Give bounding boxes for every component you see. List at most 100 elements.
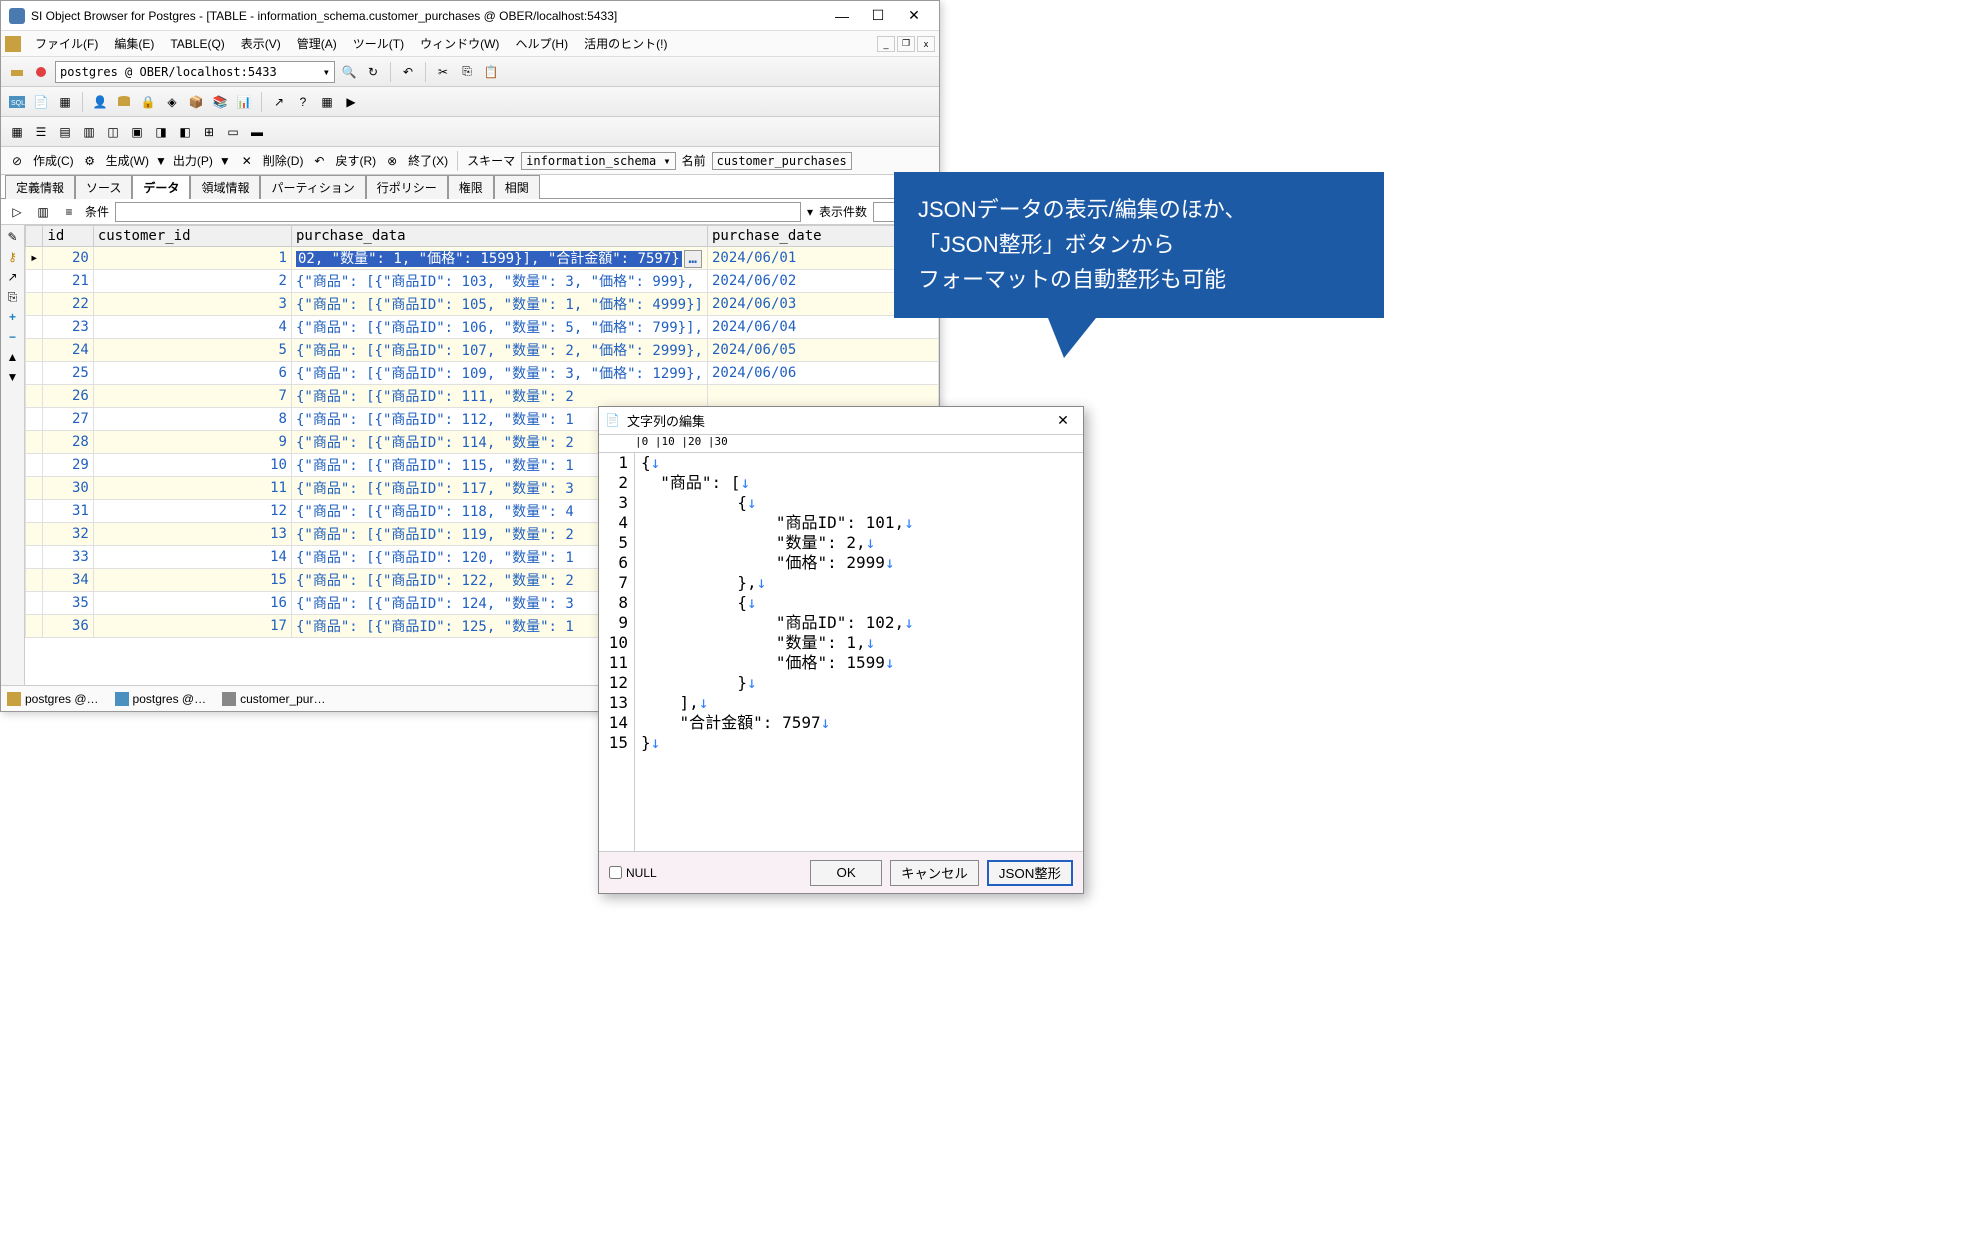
help-icon[interactable]: ? — [293, 92, 313, 112]
dialog-close-button[interactable]: ✕ — [1049, 410, 1077, 432]
table-row[interactable]: 212{"商品": [{"商品ID": 103, "数量": 3, "価格": … — [26, 270, 939, 293]
cell-customer-id[interactable]: 2 — [93, 270, 291, 293]
remove-row-icon[interactable]: − — [5, 329, 21, 345]
table-row[interactable]: 256{"商品": [{"商品ID": 109, "数量": 3, "価格": … — [26, 362, 939, 385]
status-table[interactable]: customer_pur… — [222, 692, 325, 706]
cell-purchase-data[interactable]: {"商品": [{"商品ID": 107, "数量": 2, "価格": 299… — [291, 339, 707, 362]
packages-icon[interactable]: 📚 — [210, 92, 230, 112]
col-id[interactable]: id — [43, 226, 93, 247]
menu-view[interactable]: 表示(V) — [233, 32, 289, 55]
mdi-close-icon[interactable]: x — [917, 36, 935, 52]
view9-icon[interactable]: ⊞ — [199, 122, 219, 142]
editor-body[interactable]: 1 2 3 4 5 6 7 8 9 10 11 12 13 14 15 {↓ "… — [599, 453, 1083, 851]
view10-icon[interactable]: ▭ — [223, 122, 243, 142]
view4-icon[interactable]: ▥ — [79, 122, 99, 142]
table-icon[interactable]: ▦ — [317, 92, 337, 112]
menu-help[interactable]: ヘルプ(H) — [507, 32, 576, 55]
cell-customer-id[interactable]: 5 — [93, 339, 291, 362]
revert-label[interactable]: 戻す(R) — [335, 152, 376, 169]
view1-icon[interactable]: ▦ — [7, 122, 27, 142]
mdi-minimize-icon[interactable]: _ — [877, 36, 895, 52]
cube-icon[interactable]: ◈ — [162, 92, 182, 112]
menu-table[interactable]: TABLE(Q) — [162, 34, 232, 54]
cell-customer-id[interactable]: 4 — [93, 316, 291, 339]
status-sql[interactable]: postgres @… — [115, 692, 207, 706]
undo-icon[interactable]: ↶ — [398, 62, 418, 82]
view3-icon[interactable]: ▤ — [55, 122, 75, 142]
menu-window[interactable]: ウィンドウ(W) — [412, 32, 507, 55]
run-icon[interactable]: ▶ — [341, 92, 361, 112]
col-purchase-data[interactable]: purchase_data — [291, 226, 707, 247]
menu-admin[interactable]: 管理(A) — [289, 32, 345, 55]
cell-id[interactable]: 27 — [43, 408, 93, 431]
filter-input[interactable] — [115, 202, 801, 222]
code-content[interactable]: {↓ "商品": [↓ {↓ "商品ID": 101,↓ "数量": 2,↓ "… — [635, 453, 1083, 851]
cell-purchase-date[interactable]: 2024/06/04 — [707, 316, 938, 339]
revert-icon[interactable]: ↶ — [309, 151, 329, 171]
table-row[interactable]: 245{"商品": [{"商品ID": 107, "数量": 2, "価格": … — [26, 339, 939, 362]
create-label[interactable]: 作成(C) — [33, 152, 74, 169]
cell-purchase-data[interactable]: {"商品": [{"商品ID": 103, "数量": 3, "価格": 999… — [291, 270, 707, 293]
play-icon[interactable]: ▷ — [7, 202, 27, 222]
cell-customer-id[interactable]: 3 — [93, 293, 291, 316]
table-row[interactable]: 267{"商品": [{"商品ID": 111, "数量": 2 — [26, 385, 939, 408]
edit-icon[interactable]: ✎ — [5, 229, 21, 245]
cell-id[interactable]: 25 — [43, 362, 93, 385]
cell-customer-id[interactable]: 7 — [93, 385, 291, 408]
tab-data[interactable]: データ — [132, 175, 190, 199]
tab-privileges[interactable]: 権限 — [448, 175, 494, 199]
cell-id[interactable]: 24 — [43, 339, 93, 362]
table-row[interactable]: 234{"商品": [{"商品ID": 106, "数量": 5, "価格": … — [26, 316, 939, 339]
view7-icon[interactable]: ◨ — [151, 122, 171, 142]
tab-rowpolicy[interactable]: 行ポリシー — [366, 175, 448, 199]
cell-customer-id[interactable]: 9 — [93, 431, 291, 454]
exit-icon[interactable]: ⊗ — [382, 151, 402, 171]
cell-id[interactable]: 26 — [43, 385, 93, 408]
user-icon[interactable]: 👤 — [90, 92, 110, 112]
sql-icon[interactable]: SQL — [7, 92, 27, 112]
cell-customer-id[interactable]: 1 — [93, 247, 291, 270]
status-connection[interactable]: postgres @… — [7, 692, 99, 706]
view6-icon[interactable]: ▣ — [127, 122, 147, 142]
cell-id[interactable]: 30 — [43, 477, 93, 500]
cell-id[interactable]: 35 — [43, 592, 93, 615]
cell-id[interactable]: 28 — [43, 431, 93, 454]
search-icon[interactable]: 🔍 — [339, 62, 359, 82]
minimize-button[interactable]: — — [825, 4, 859, 28]
cell-expand-button[interactable]: … — [684, 250, 702, 268]
database-icon[interactable] — [114, 92, 134, 112]
tab-source[interactable]: ソース — [75, 175, 132, 199]
delete-label[interactable]: 削除(D) — [263, 152, 304, 169]
view8-icon[interactable]: ◧ — [175, 122, 195, 142]
schema-combo[interactable]: information_schema ▾ — [521, 152, 676, 170]
menu-edit[interactable]: 編集(E) — [106, 32, 162, 55]
connection-combo[interactable]: postgres @ OBER/localhost:5433 ▾ — [55, 61, 335, 83]
null-checkbox-input[interactable] — [609, 866, 622, 879]
cell-id[interactable]: 31 — [43, 500, 93, 523]
package-icon[interactable]: 📦 — [186, 92, 206, 112]
cell-customer-id[interactable]: 6 — [93, 362, 291, 385]
cell-customer-id[interactable]: 14 — [93, 546, 291, 569]
chart-icon[interactable]: 📊 — [234, 92, 254, 112]
cell-customer-id[interactable]: 11 — [93, 477, 291, 500]
menu-tools[interactable]: ツール(T) — [345, 32, 412, 55]
cell-customer-id[interactable]: 8 — [93, 408, 291, 431]
cell-purchase-data[interactable]: {"商品": [{"商品ID": 105, "数量": 1, "価格": 499… — [291, 293, 707, 316]
ok-button[interactable]: OK — [810, 860, 882, 886]
cell-customer-id[interactable]: 15 — [93, 569, 291, 592]
name-field[interactable]: customer_purchases — [712, 152, 852, 170]
export-icon[interactable]: ↗ — [269, 92, 289, 112]
add-row-icon[interactable]: + — [5, 309, 21, 325]
table-row[interactable]: 223{"商品": [{"商品ID": 105, "数量": 1, "価格": … — [26, 293, 939, 316]
tab-partition[interactable]: パーティション — [260, 175, 365, 199]
cell-id[interactable]: 23 — [43, 316, 93, 339]
cell-purchase-date[interactable]: 2024/06/05 — [707, 339, 938, 362]
cell-id[interactable]: 21 — [43, 270, 93, 293]
first-icon[interactable]: ▲ — [5, 349, 21, 365]
tab-storage[interactable]: 領域情報 — [190, 175, 260, 199]
generate-label[interactable]: 生成(W) — [106, 152, 149, 169]
cut-icon[interactable]: ✂ — [433, 62, 453, 82]
grid-icon[interactable]: ▦ — [55, 92, 75, 112]
export-row-icon[interactable]: ↗ — [5, 269, 21, 285]
cell-customer-id[interactable]: 16 — [93, 592, 291, 615]
